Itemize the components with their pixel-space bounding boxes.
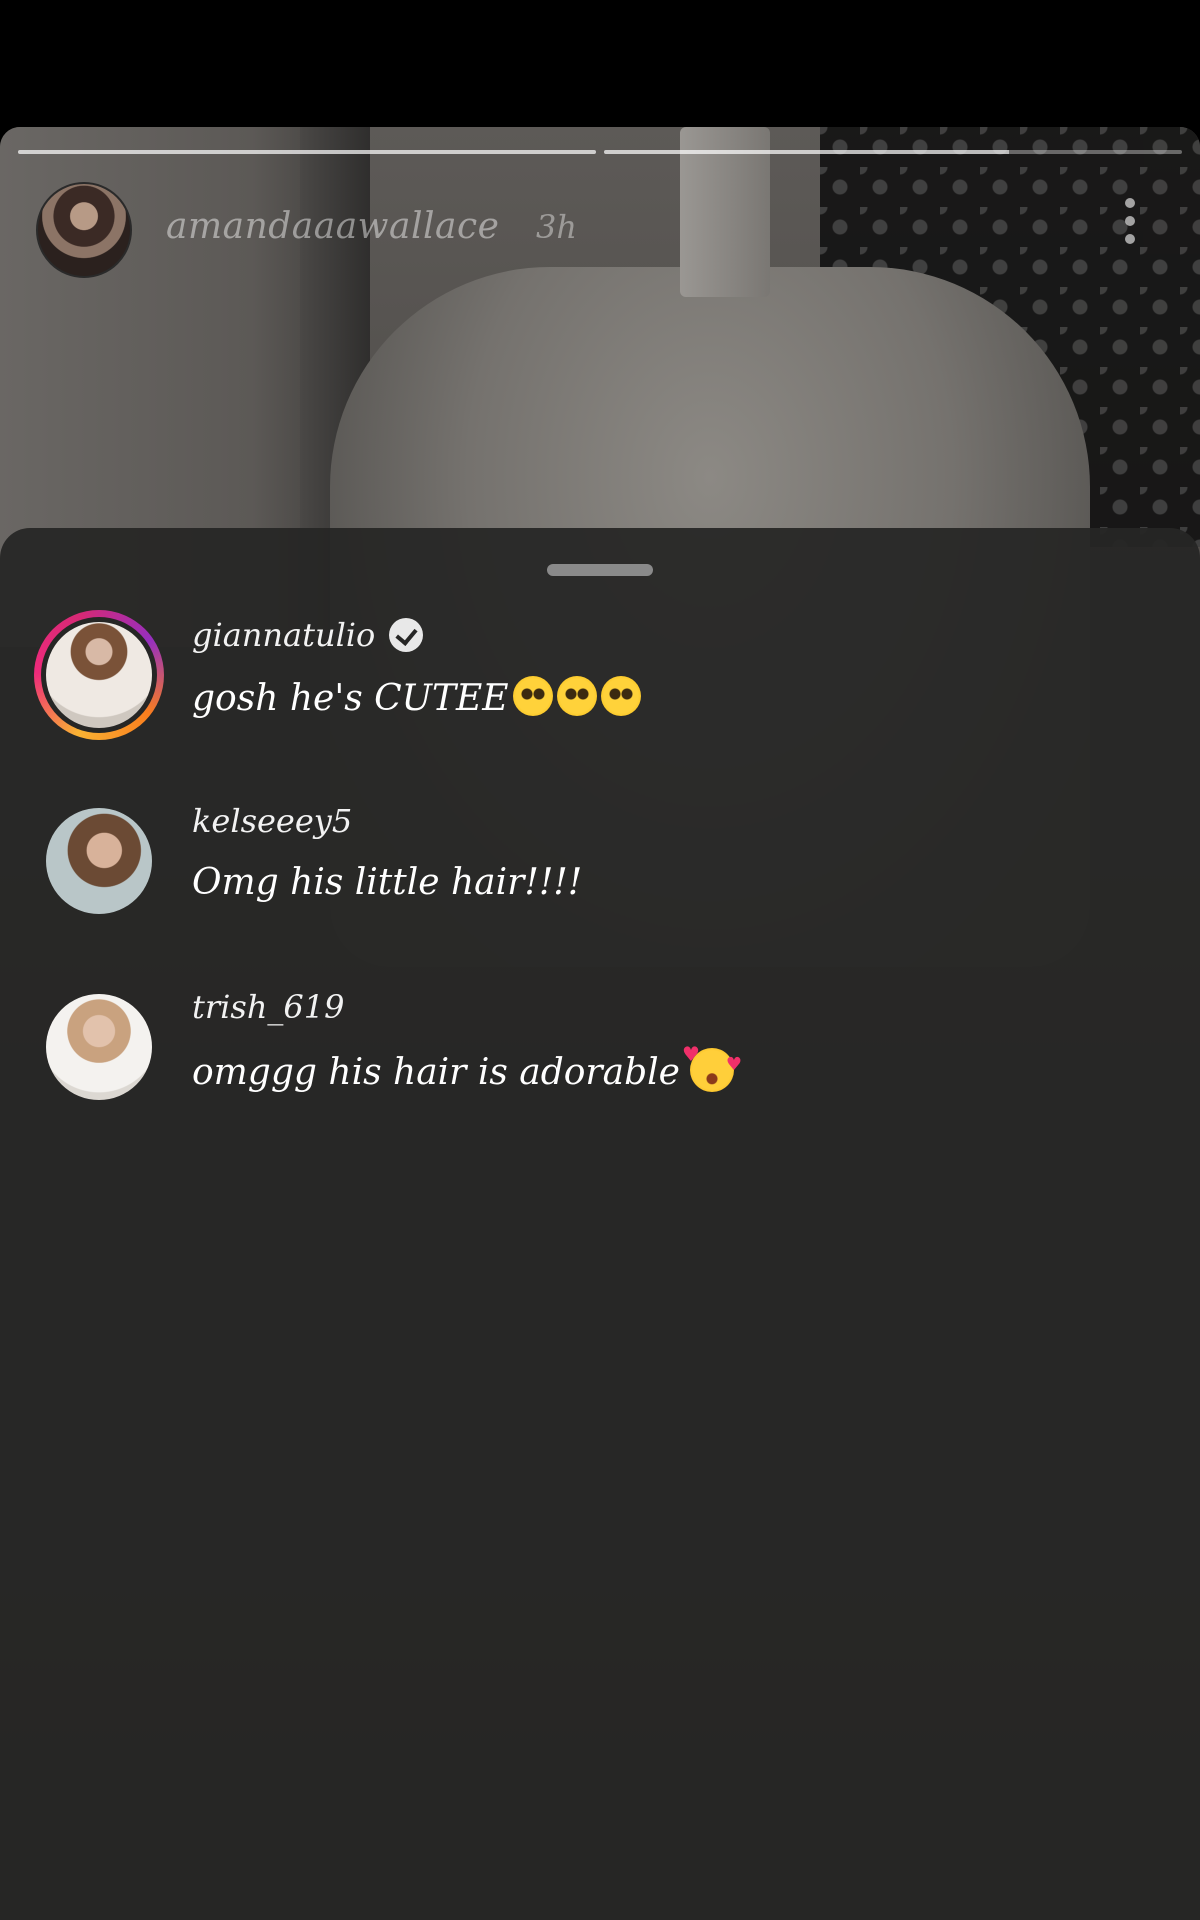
progress-fill (604, 150, 1009, 154)
story-timestamp: 3h (536, 208, 577, 246)
more-options-icon[interactable] (1118, 198, 1142, 254)
reply-username[interactable]: trish_619 (192, 988, 345, 1026)
replies-sheet: giannatulio gosh he's CUTEE kelseeey5 Om… (0, 528, 1200, 1920)
reply-username-row: kelseeey5 (192, 802, 352, 840)
reply-username-row: trish_619 (192, 988, 345, 1026)
pleading-face-icon (556, 676, 597, 716)
status-bar-area (0, 0, 1200, 127)
reply-message-row: gosh he's CUTEE (192, 676, 641, 719)
reply-item[interactable]: kelseeey5 Omg his little hair!!!! (0, 796, 1200, 936)
sheet-drag-handle[interactable] (547, 564, 653, 576)
reply-message: omggg his hair is adorable (192, 1052, 680, 1093)
reply-username[interactable]: giannatulio (192, 616, 375, 654)
pleading-face-icon (600, 676, 641, 716)
reply-message: gosh he's CUTEE (192, 678, 509, 719)
verified-badge-icon (389, 618, 424, 652)
reply-username-row: giannatulio (192, 616, 424, 654)
reply-item[interactable]: trish_619 omggg his hair is adorable (0, 982, 1200, 1122)
pleading-face-icon (512, 676, 553, 716)
progress-fill (18, 150, 596, 154)
reply-message-row: Omg his little hair!!!! (192, 862, 582, 903)
story-progress-bar-2 (604, 150, 1182, 154)
smiling-face-with-hearts-icon (682, 1042, 742, 1092)
story-author-avatar[interactable] (36, 182, 132, 278)
reply-avatar[interactable] (46, 994, 152, 1100)
story-author-username[interactable]: amandaaawallace (166, 206, 499, 247)
reply-username[interactable]: kelseeey5 (192, 802, 352, 840)
reply-message: Omg his little hair!!!! (192, 862, 583, 903)
story-progress-bar-1 (18, 150, 596, 154)
reply-avatar[interactable] (46, 622, 152, 728)
reply-avatar[interactable] (46, 808, 152, 914)
reply-item[interactable]: giannatulio gosh he's CUTEE (0, 610, 1200, 750)
reply-message-row: omggg his hair is adorable (192, 1042, 742, 1093)
